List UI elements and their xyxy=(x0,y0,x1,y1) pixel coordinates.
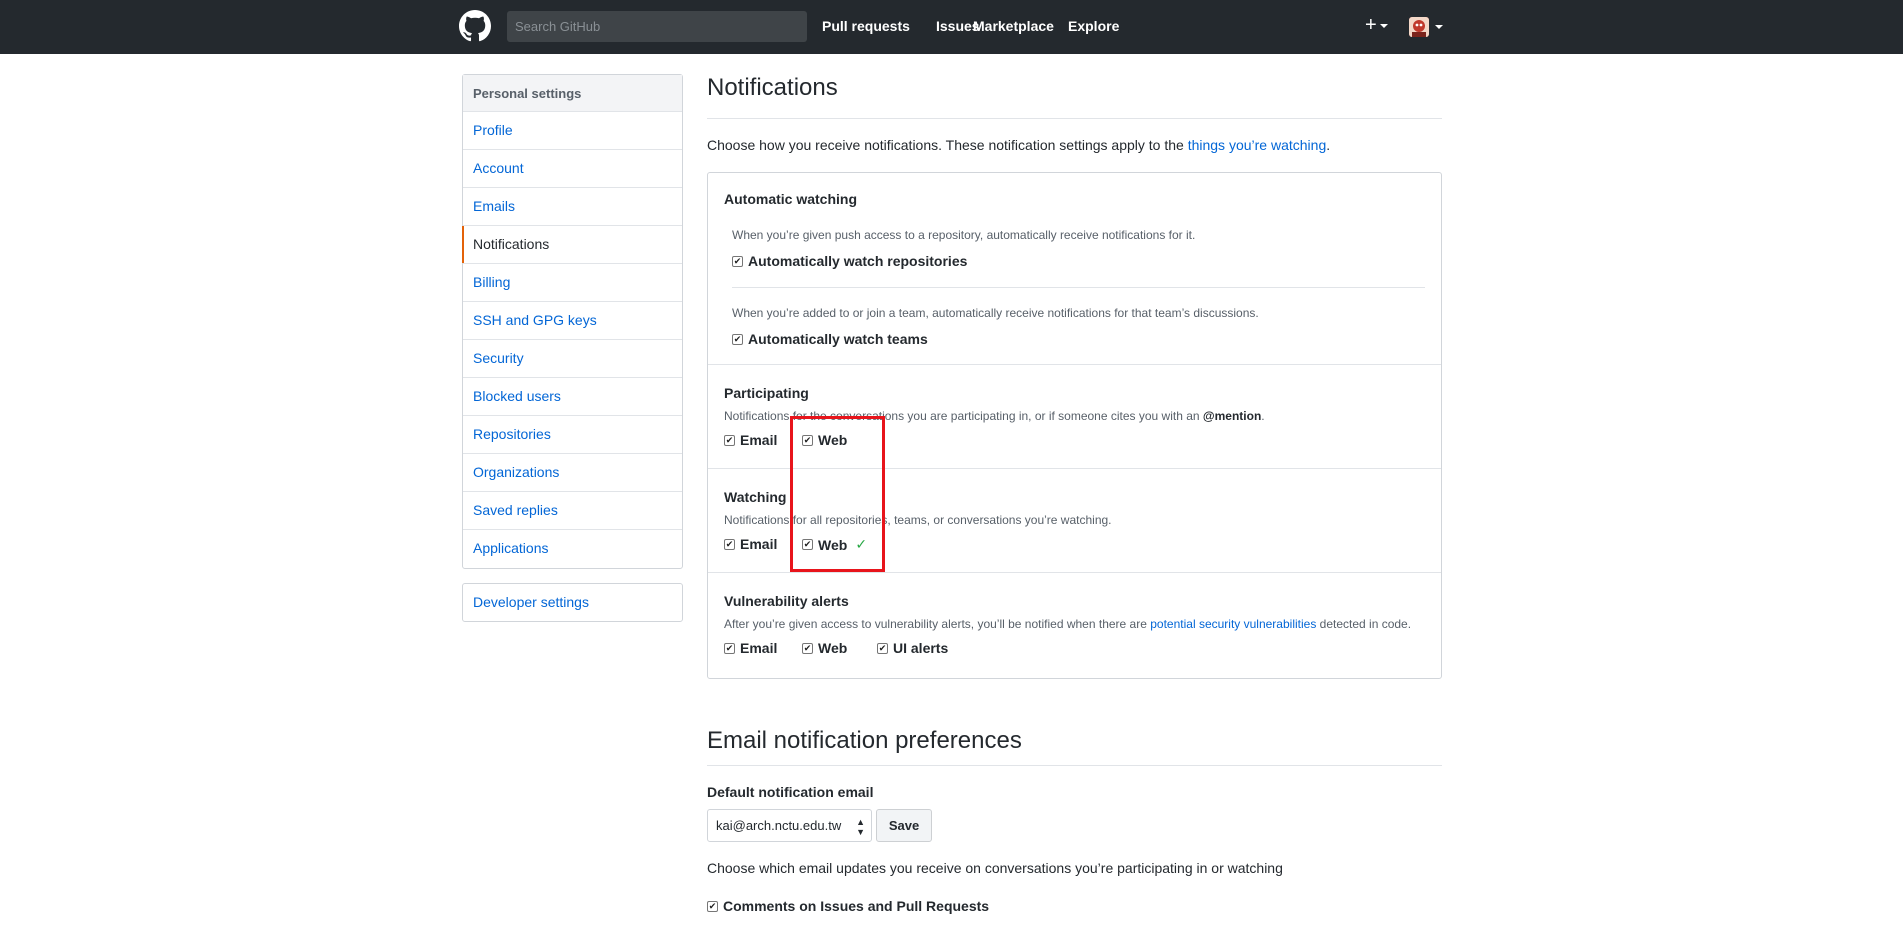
checkbox-checked-icon: ✔ xyxy=(802,642,813,654)
auto-watch-repos-checkbox[interactable]: ✔ Automatically watch repositories xyxy=(732,253,967,269)
participating-title: Participating xyxy=(724,385,809,401)
notification-settings-box: Automatic watching When you’re given pus… xyxy=(707,172,1442,679)
automatic-watching-section: Automatic watching When you’re given pus… xyxy=(708,173,1441,365)
sidebar-item-ssh-gpg-keys[interactable]: SSH and GPG keys xyxy=(463,302,682,340)
sidebar-item-security[interactable]: Security xyxy=(463,340,682,378)
watching-note: Notifications for all repositories, team… xyxy=(724,513,1112,527)
participating-note: Notifications for the conversations you … xyxy=(724,409,1265,423)
sidebar-item-repositories[interactable]: Repositories xyxy=(463,416,682,454)
divider xyxy=(732,287,1425,288)
sidebar-item-saved-replies[interactable]: Saved replies xyxy=(463,492,682,530)
participating-web-label: Web xyxy=(818,432,848,448)
github-logo-icon[interactable] xyxy=(459,10,491,42)
checkbox-checked-icon: ✔ xyxy=(724,538,735,550)
vuln-note-suffix: detected in code. xyxy=(1316,617,1412,631)
search-box[interactable] xyxy=(507,11,807,42)
email-updates-text: Choose which email updates you receive o… xyxy=(707,860,1283,876)
participating-email-label: Email xyxy=(740,432,778,448)
notifications-main: Notifications Choose how you receive not… xyxy=(707,74,1442,679)
avatar-image-icon xyxy=(1409,17,1429,37)
vulnerability-alerts-section: Vulnerability alerts After you’re given … xyxy=(708,573,1441,678)
default-email-select[interactable]: kai@arch.nctu.edu.tw ▲ ▼ xyxy=(707,809,872,842)
participating-section: Participating Notifications for the conv… xyxy=(708,365,1441,469)
participating-web-checkbox[interactable]: ✔ Web xyxy=(802,432,847,448)
search-input[interactable] xyxy=(515,11,807,42)
participating-note-text: Notifications for the conversations you … xyxy=(724,409,1203,423)
vuln-web-checkbox[interactable]: ✔ Web xyxy=(802,640,847,656)
select-arrows-icon: ▲ ▼ xyxy=(856,817,865,837)
watching-email-checkbox[interactable]: ✔ Email xyxy=(724,536,777,552)
auto-watch-repos-label: Automatically watch repositories xyxy=(748,253,968,269)
settings-sidebar: Personal settings Profile Account Emails… xyxy=(462,74,683,569)
checkbox-checked-icon: ✔ xyxy=(707,900,718,912)
watching-email-label: Email xyxy=(740,536,778,552)
email-preferences-title: Email notification preferences xyxy=(707,727,1442,766)
save-button[interactable]: Save xyxy=(876,809,932,842)
auto-watch-teams-label: Automatically watch teams xyxy=(748,331,928,347)
automatic-watching-title: Automatic watching xyxy=(724,191,858,207)
sidebar-item-applications[interactable]: Applications xyxy=(463,530,682,568)
sidebar-item-developer-settings[interactable]: Developer settings xyxy=(463,584,682,621)
auto-repo-note: When you’re given push access to a repos… xyxy=(732,228,1196,242)
checkbox-checked-icon: ✔ xyxy=(724,642,735,654)
default-email-label: Default notification email xyxy=(707,784,874,800)
things-watching-link[interactable]: things you’re watching xyxy=(1188,137,1327,153)
nav-marketplace[interactable]: Marketplace xyxy=(973,18,1054,34)
sidebar-item-profile[interactable]: Profile xyxy=(463,112,682,150)
intro-prefix: Choose how you receive notifications. Th… xyxy=(707,137,1188,153)
comments-issues-prs-label: Comments on Issues and Pull Requests xyxy=(723,898,990,914)
auto-watch-teams-checkbox[interactable]: ✔ Automatically watch teams xyxy=(732,331,928,347)
checkbox-checked-icon: ✔ xyxy=(802,539,813,550)
saved-check-icon: ✓ xyxy=(855,536,868,552)
auto-team-note: When you’re added to or join a team, aut… xyxy=(732,306,1259,320)
sidebar-item-emails[interactable]: Emails xyxy=(463,188,682,226)
sidebar-item-billing[interactable]: Billing xyxy=(463,264,682,302)
sidebar-heading: Personal settings xyxy=(463,75,682,112)
intro-suffix: . xyxy=(1326,137,1331,153)
vulnerability-note: After you’re given access to vulnerabili… xyxy=(724,617,1411,631)
vuln-web-label: Web xyxy=(818,640,848,656)
participating-email-checkbox[interactable]: ✔ Email xyxy=(724,432,777,448)
avatar[interactable] xyxy=(1409,17,1429,37)
selected-email-value: kai@arch.nctu.edu.tw xyxy=(716,818,842,833)
checkbox-checked-icon: ✔ xyxy=(732,333,743,345)
developer-settings-menu: Developer settings xyxy=(462,583,683,622)
mention-text: @mention xyxy=(1202,409,1262,423)
avatar-chevron-down-icon[interactable] xyxy=(1435,25,1443,29)
nav-pull-requests[interactable]: Pull requests xyxy=(822,18,910,34)
chevron-down-icon xyxy=(1379,23,1388,28)
intro-text: Choose how you receive notifications. Th… xyxy=(707,137,1442,153)
vulnerability-title: Vulnerability alerts xyxy=(724,593,849,609)
security-vulnerabilities-link[interactable]: potential security vulnerabilities xyxy=(1150,617,1316,631)
vuln-ui-alerts-checkbox[interactable]: ✔ UI alerts xyxy=(877,640,948,656)
vuln-ui-alerts-label: UI alerts xyxy=(893,640,949,656)
sidebar-item-blocked-users[interactable]: Blocked users xyxy=(463,378,682,416)
vuln-email-label: Email xyxy=(740,640,778,656)
plus-icon: + xyxy=(1365,14,1377,36)
comments-issues-prs-checkbox[interactable]: ✔ Comments on Issues and Pull Requests xyxy=(707,898,989,914)
vuln-email-checkbox[interactable]: ✔ Email xyxy=(724,640,777,656)
checkbox-checked-icon: ✔ xyxy=(732,255,743,267)
page-title: Notifications xyxy=(707,74,1442,119)
vuln-note-prefix: After you’re given access to vulnerabili… xyxy=(724,617,1151,631)
watching-web-checkbox[interactable]: ✔ Web ✓ xyxy=(802,536,867,553)
checkbox-checked-icon: ✔ xyxy=(724,434,735,446)
watching-section: Watching Notifications for all repositor… xyxy=(708,469,1441,573)
checkbox-checked-icon: ✔ xyxy=(802,434,813,446)
checkbox-checked-icon: ✔ xyxy=(877,642,888,654)
create-new-button[interactable]: + xyxy=(1365,15,1388,35)
sidebar-item-account[interactable]: Account xyxy=(463,150,682,188)
sidebar-item-notifications[interactable]: Notifications xyxy=(462,226,682,264)
watching-title: Watching xyxy=(724,489,787,505)
sidebar-item-organizations[interactable]: Organizations xyxy=(463,454,682,492)
watching-web-label: Web xyxy=(818,536,848,553)
nav-explore[interactable]: Explore xyxy=(1068,18,1119,34)
top-header: Pull requests Issues Marketplace Explore… xyxy=(0,0,1903,54)
